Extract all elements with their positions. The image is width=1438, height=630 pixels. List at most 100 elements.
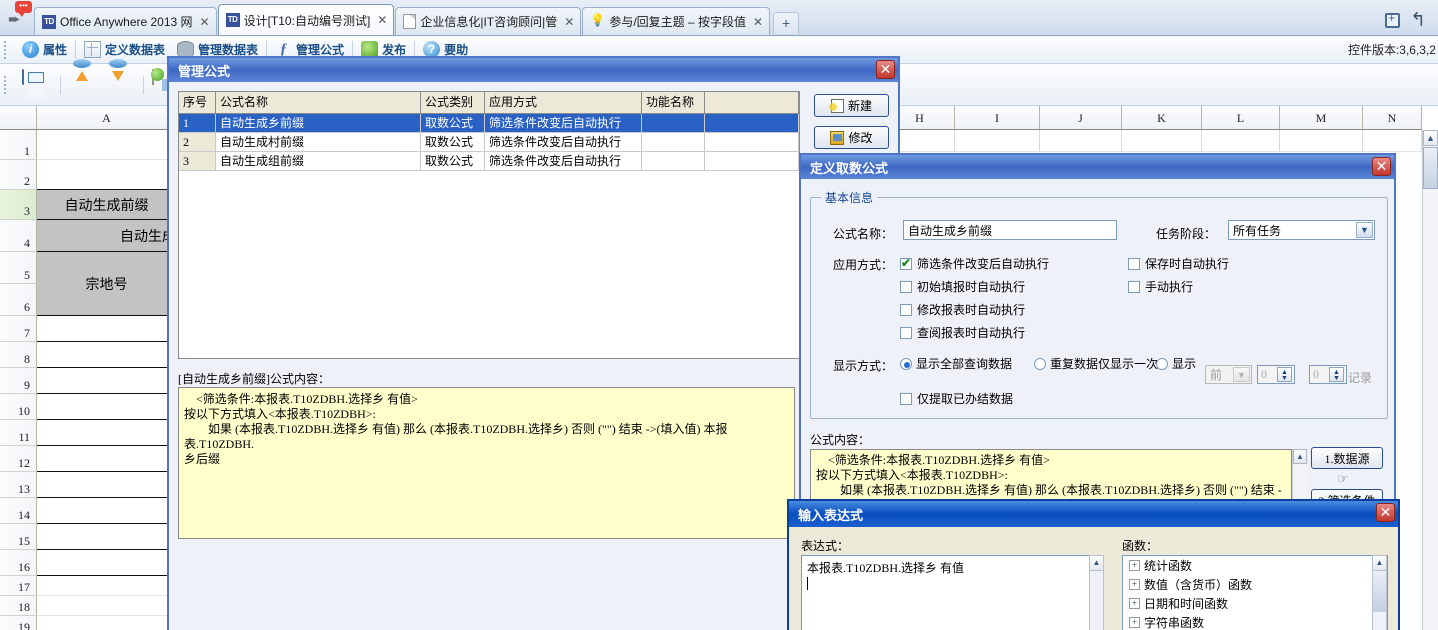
cell-A12[interactable] — [37, 446, 177, 472]
column-header-type[interactable]: 公式类别 — [421, 92, 485, 113]
cell-A18[interactable] — [37, 596, 177, 616]
function-tree[interactable]: + 统计函数 + 数值（含货币）函数 + 日期和时间函数 + 字符串函数 + — [1122, 555, 1388, 630]
cell-A1[interactable] — [37, 130, 177, 160]
row-header-3[interactable]: 3 — [0, 190, 37, 220]
input-expression-dialog-titlebar[interactable]: 输入表达式 ✕ — [789, 501, 1398, 527]
row-header-16[interactable]: 16 — [0, 550, 37, 576]
cell-A19[interactable] — [37, 616, 177, 630]
column-header-L[interactable]: L — [1202, 106, 1280, 130]
column-header-apply[interactable]: 应用方式 — [485, 92, 642, 113]
close-icon[interactable]: ✕ — [1372, 157, 1391, 176]
sheet-vertical-scrollbar[interactable]: ▲ — [1422, 130, 1438, 630]
cell-A7[interactable] — [37, 316, 177, 342]
toolbar2-grip[interactable] — [4, 75, 12, 94]
browser-tab-3-close-icon[interactable]: ✕ — [753, 15, 763, 29]
manage-formula-dialog-titlebar[interactable]: 管理公式 ✕ — [169, 58, 898, 82]
record-count-stepper[interactable]: 0 ▲ ▼ — [1309, 365, 1347, 384]
row-header-11[interactable]: 11 — [0, 420, 37, 446]
radio-show-duplicates-once[interactable]: 重复数据仅显示一次 — [1034, 355, 1158, 372]
expand-plus-icon[interactable]: + — [1129, 598, 1140, 609]
tree-item-datetime-functions[interactable]: + 日期和时间函数 — [1123, 594, 1387, 613]
browser-tab-0-close-icon[interactable]: ✕ — [200, 15, 210, 29]
column-header-I[interactable]: I — [955, 106, 1040, 130]
scroll-thumb[interactable] — [1423, 147, 1438, 189]
browser-tab-3[interactable]: 参与/回复主题 – 按字段值 ✕ — [582, 7, 771, 35]
column-header-J[interactable]: J — [1040, 106, 1122, 130]
formula-name-input[interactable]: 自动生成乡前缀 — [903, 220, 1117, 240]
scroll-up-icon[interactable]: ▲ — [1423, 130, 1438, 146]
radio-show-n-records[interactable]: 显示 — [1156, 355, 1196, 372]
row-header-18[interactable]: 18 — [0, 596, 37, 616]
sheet-select-all-corner[interactable] — [0, 106, 37, 130]
import-button[interactable] — [69, 70, 99, 100]
expand-plus-icon[interactable]: + — [1129, 617, 1140, 628]
cell-A8[interactable] — [37, 342, 177, 368]
table-row[interactable]: 1 自动生成乡前缀 取数公式 筛选条件改变后自动执行 — [179, 114, 799, 133]
cell-A15[interactable] — [37, 524, 177, 550]
export-button[interactable] — [105, 70, 135, 100]
row-header-2[interactable]: 2 — [0, 160, 37, 190]
cell-M1[interactable] — [1280, 130, 1363, 152]
close-icon[interactable]: ✕ — [1376, 503, 1395, 522]
restore-window-icon[interactable] — [1385, 11, 1401, 28]
close-icon[interactable]: ✕ — [876, 60, 895, 79]
row-header-7[interactable]: 7 — [0, 316, 37, 342]
formula-content-text[interactable]: <筛选条件:本报表.T10ZDBH.选择乡 有值> 按以下方式填入<本报表.T1… — [178, 387, 795, 539]
toolbar-item-define-table[interactable]: 定义数据表 — [78, 39, 171, 60]
save-button[interactable] — [22, 68, 52, 100]
radio-show-all-data[interactable]: 显示全部查询数据 — [900, 355, 1012, 372]
formula-grid[interactable]: 序号 公式名称 公式类别 应用方式 功能名称 1 自动生成乡前缀 取数公式 筛选… — [178, 91, 800, 359]
chevron-down-icon[interactable]: ▼ — [1356, 222, 1373, 238]
cell-A10[interactable] — [37, 394, 177, 420]
cell-A3[interactable]: 自动生成前缀 — [37, 190, 177, 220]
tree-item-numeric-functions[interactable]: + 数值（含货币）函数 — [1123, 575, 1387, 594]
cell-N1[interactable] — [1363, 130, 1422, 152]
row-header-14[interactable]: 14 — [0, 498, 37, 524]
browser-tab-0[interactable]: TD Office Anywhere 2013 网 ✕ — [34, 7, 217, 35]
display-order-select[interactable]: 前 ▼ — [1205, 365, 1252, 384]
browser-tab-2[interactable]: 企业信息化|IT咨询顾问|管 ✕ — [395, 7, 582, 35]
cell-L1[interactable] — [1202, 130, 1280, 152]
column-header-A[interactable]: A — [37, 106, 177, 130]
scroll-thumb[interactable] — [1373, 572, 1386, 612]
browser-tab-1-close-icon[interactable]: ✕ — [377, 13, 387, 27]
column-header-name[interactable]: 公式名称 — [216, 92, 421, 113]
record-start-stepper[interactable]: 0 ▲ ▼ — [1257, 365, 1295, 384]
checkbox-auto-on-view-report[interactable]: 查阅报表时自动执行 — [900, 324, 1025, 341]
cell-I1[interactable] — [955, 130, 1040, 152]
expand-plus-icon[interactable]: + — [1129, 560, 1140, 571]
column-header-N[interactable]: N — [1363, 106, 1422, 130]
toolbar-grip[interactable] — [4, 40, 12, 59]
new-tab-button[interactable]: + — [773, 12, 800, 34]
checkbox-manual-execute[interactable]: 手动执行 — [1128, 278, 1193, 295]
scroll-up-icon[interactable]: ▲ — [1373, 556, 1386, 571]
checkbox-only-completed-data[interactable]: 仅提取已办结数据 — [900, 390, 1013, 407]
row-header-8[interactable]: 8 — [0, 342, 37, 368]
chevron-down-icon[interactable]: ▼ — [1233, 367, 1250, 382]
row-header-10[interactable]: 10 — [0, 394, 37, 420]
define-formula-dialog-titlebar[interactable]: 定义取数公式 ✕ — [801, 155, 1394, 179]
stepper-arrows-icon[interactable]: ▲ ▼ — [1277, 367, 1292, 382]
cell-A9[interactable] — [37, 368, 177, 394]
cell-A2[interactable] — [37, 160, 177, 190]
function-tree-scrollbar[interactable]: ▲ — [1372, 555, 1387, 630]
row-header-4[interactable]: 4 — [0, 220, 37, 252]
cell-A17[interactable] — [37, 576, 177, 596]
stepper-arrows-icon[interactable]: ▲ ▼ — [1329, 367, 1344, 382]
cell-A13[interactable] — [37, 472, 177, 498]
cell-A14[interactable] — [37, 498, 177, 524]
cell-J1[interactable] — [1040, 130, 1122, 152]
edit-formula-button[interactable]: 修改 — [814, 126, 889, 149]
task-stage-select[interactable]: 所有任务 ▼ — [1228, 220, 1375, 240]
row-header-15[interactable]: 15 — [0, 524, 37, 550]
expression-scrollbar[interactable]: ▲ — [1089, 555, 1104, 630]
data-source-button[interactable]: 1.数据源 — [1311, 447, 1383, 469]
scroll-up-icon[interactable]: ▲ — [1090, 556, 1103, 571]
checkbox-auto-on-save[interactable]: 保存时自动执行 — [1128, 255, 1229, 272]
row-header-6[interactable]: 6 — [0, 284, 37, 316]
cell-A16[interactable] — [37, 550, 177, 576]
table-row[interactable]: 3 自动生成组前缀 取数公式 筛选条件改变后自动执行 — [179, 152, 799, 171]
column-header-func[interactable]: 功能名称 — [642, 92, 705, 113]
cell-A11[interactable] — [37, 420, 177, 446]
cell-A5[interactable]: 宗地号 — [37, 252, 177, 316]
